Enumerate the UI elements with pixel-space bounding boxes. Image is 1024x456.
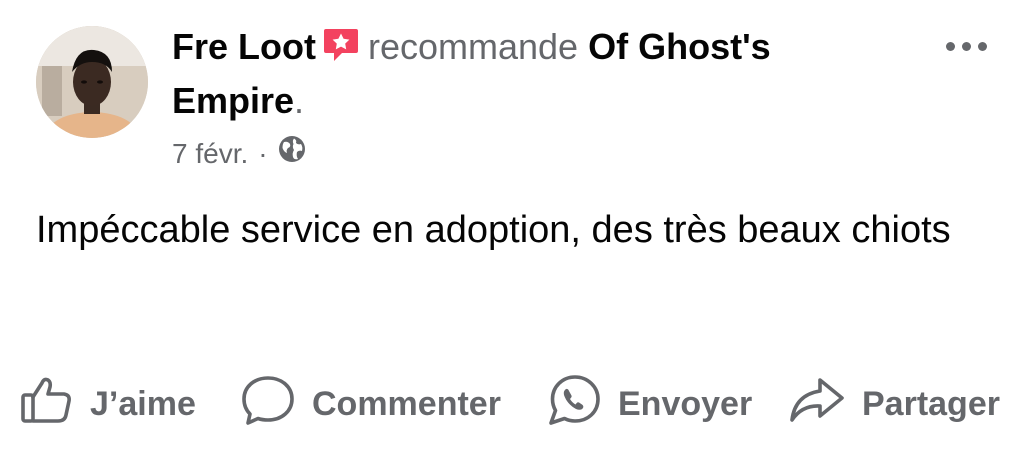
send-label: Envoyer [618, 384, 753, 423]
page-name-line1[interactable]: Of Ghost's [588, 26, 771, 67]
like-label: J’aime [90, 384, 196, 423]
page-name-line2[interactable]: Empire [172, 80, 294, 121]
thumbs-up-icon [20, 375, 74, 434]
period: . [294, 80, 305, 121]
share-label: Partager [862, 384, 1000, 423]
recommend-verb: recommande [367, 26, 579, 67]
avatar[interactable] [36, 26, 148, 138]
more-options-button[interactable] [934, 26, 998, 66]
comment-label: Commenter [312, 384, 501, 423]
action-bar: J’aime Commenter Envoyer Partager [0, 372, 1024, 436]
more-dot-icon [961, 41, 971, 51]
like-button[interactable]: J’aime [20, 372, 196, 436]
send-button[interactable]: Envoyer [546, 372, 752, 436]
post-text: Impéccable service en adoption, des très… [36, 209, 951, 251]
author-name[interactable]: Fre Loot [172, 26, 316, 67]
share-button[interactable]: Partager [788, 372, 1000, 436]
meta-separator: · [258, 138, 268, 169]
more-dot-icon [977, 41, 987, 51]
comment-icon [240, 374, 296, 435]
globe-icon [278, 134, 306, 174]
post-date[interactable]: 7 févr. [172, 134, 248, 174]
recommend-star-icon [322, 26, 360, 76]
share-icon [788, 376, 846, 433]
post-header: Fre Loot recommande Of Ghost's Empire. [172, 22, 932, 126]
whatsapp-icon [546, 373, 602, 436]
more-dot-icon [945, 41, 955, 51]
avatar-photo [36, 26, 148, 138]
comment-button[interactable]: Commenter [240, 372, 501, 436]
post-meta: 7 févr. · [172, 134, 306, 174]
